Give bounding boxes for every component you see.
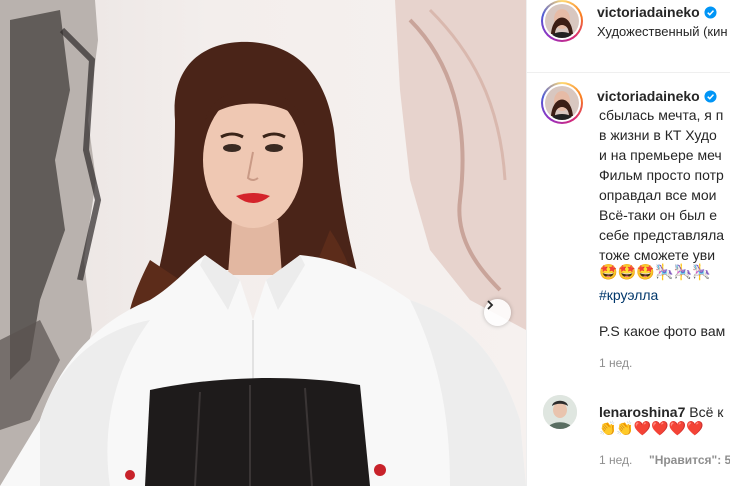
photo-illustration — [0, 0, 526, 486]
caption-author-username-text[interactable]: victoriadaineko — [597, 88, 700, 104]
post-photo[interactable] — [0, 0, 526, 486]
comment-likes[interactable]: "Нравится": 5 — [649, 453, 730, 467]
caption-ps-line: P.S какое фото вам — [599, 323, 726, 339]
caption-author-username[interactable]: victoriadaineko — [597, 88, 717, 106]
next-photo-button[interactable] — [484, 299, 511, 326]
avatar-image — [545, 86, 579, 120]
post-location[interactable]: Художественный (кин — [597, 24, 728, 39]
caption-hashtag[interactable]: #круэлла — [599, 286, 658, 304]
avatar-image — [545, 4, 579, 38]
commenter-avatar[interactable] — [543, 395, 577, 429]
caption-line: в жизни в КТ Худо — [599, 127, 717, 143]
caption-age[interactable]: 1 нед. — [599, 356, 632, 370]
comment-age[interactable]: 1 нед. — [599, 453, 632, 467]
avatar-image — [543, 395, 577, 429]
author-avatar[interactable] — [541, 0, 583, 42]
verified-badge-icon — [704, 6, 717, 22]
comment-text: Всё к — [689, 404, 724, 420]
caption-emoji-line: 🤩🤩🤩🎠🎠🎠 — [599, 264, 712, 281]
commenter-username[interactable]: lenaroshina7 — [599, 404, 685, 420]
post-header: victoriadaineko Художественный (кин — [527, 0, 730, 73]
caption-line: оправдал все мои — [599, 187, 717, 203]
caption-line: сбылась мечта, я п — [599, 107, 724, 123]
verified-badge-icon — [704, 90, 717, 106]
author-username-text[interactable]: victoriadaineko — [597, 4, 700, 20]
author-username[interactable]: victoriadaineko — [597, 4, 717, 22]
caption-author-avatar[interactable] — [541, 82, 583, 124]
caption-line: и на премьере меч — [599, 147, 722, 163]
caption-line: Всё-таки он был е — [599, 207, 717, 223]
caption-line: тоже сможете уви — [599, 247, 716, 263]
caption-line: себе представляла — [599, 227, 725, 243]
caption-line: Фильм просто потр — [599, 167, 724, 183]
post-sidebar: victoriadaineko Художественный (кин vict… — [526, 0, 730, 486]
comment-emoji-line: 👏👏❤️❤️❤️❤️ — [599, 420, 704, 436]
